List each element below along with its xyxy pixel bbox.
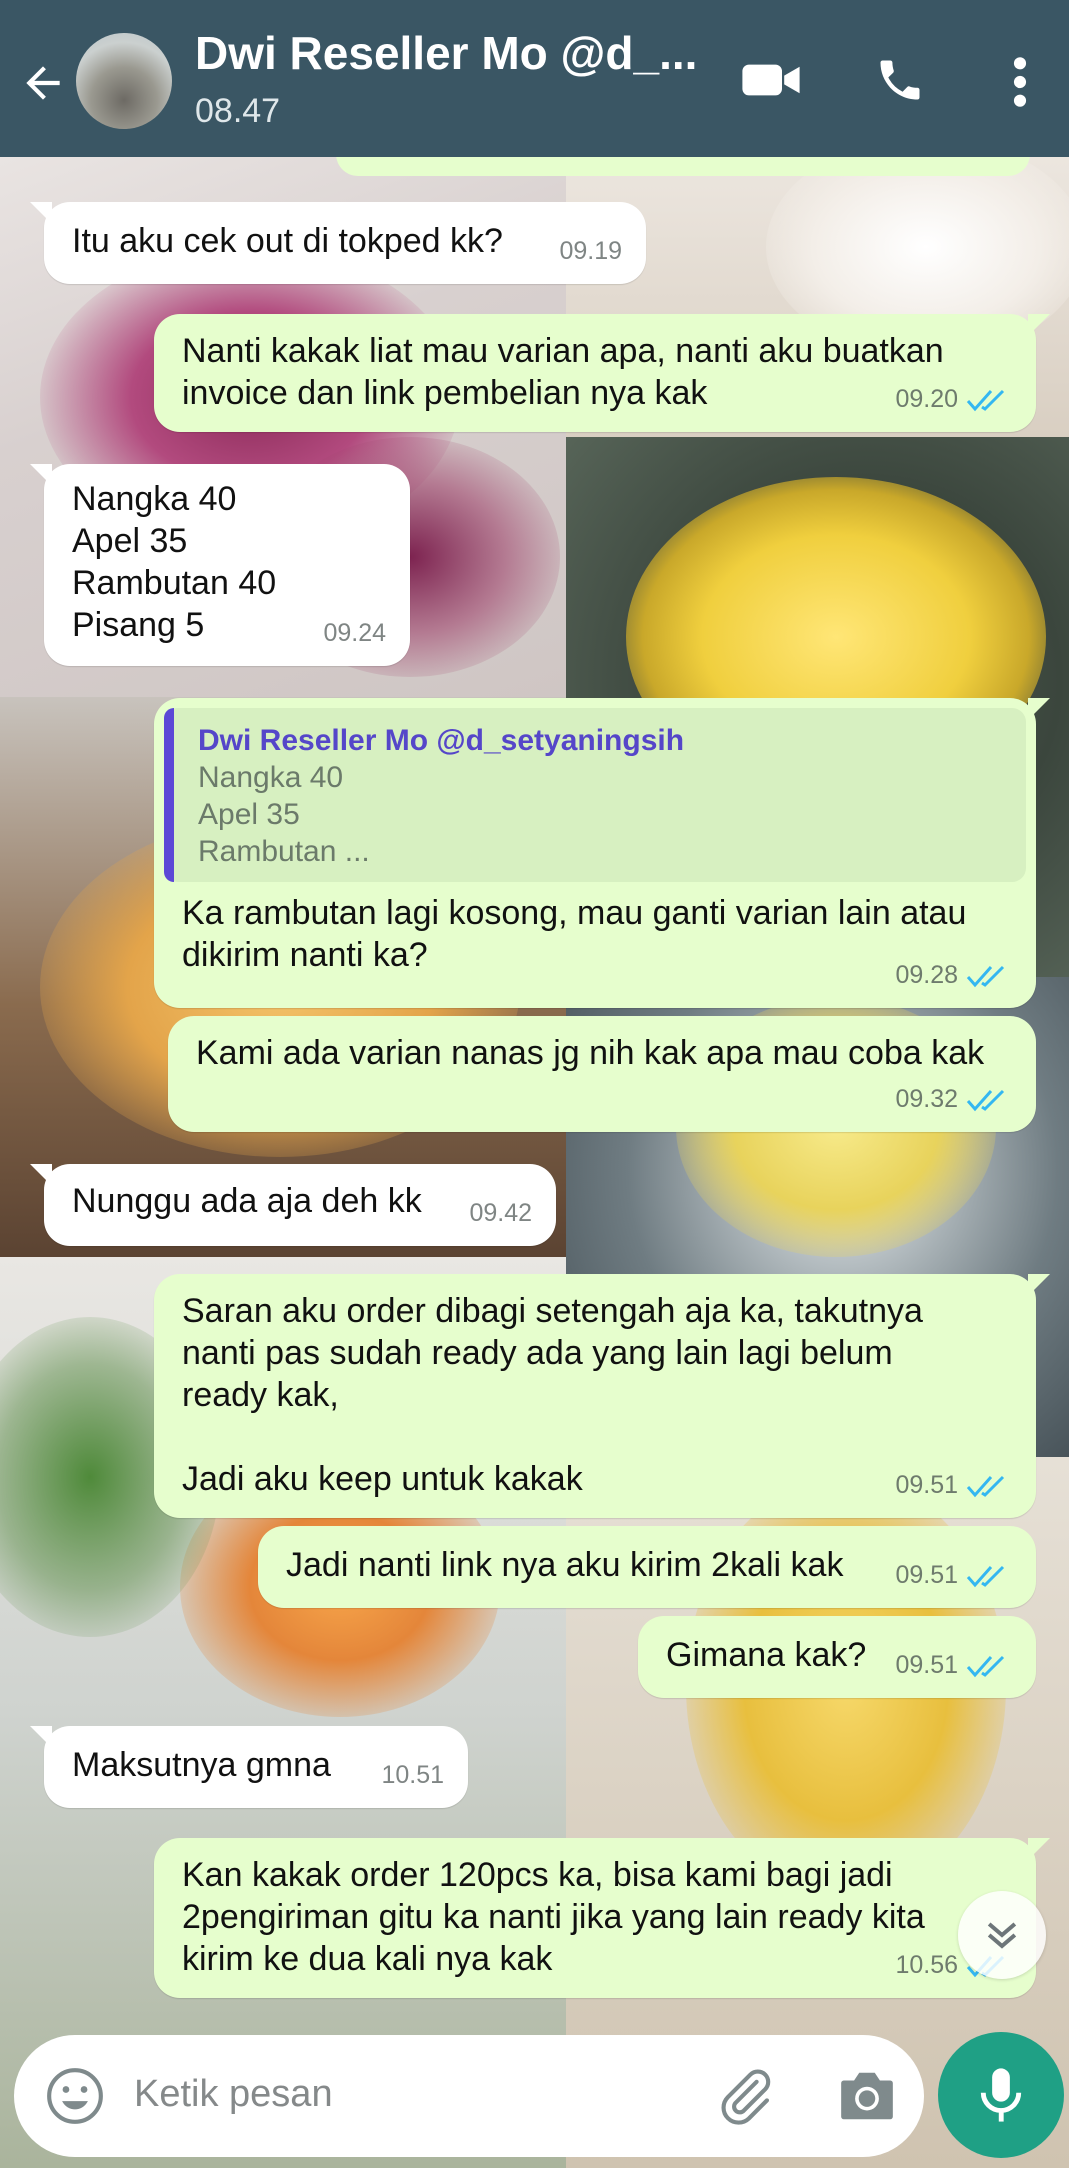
message-time: 09.32 — [895, 1085, 958, 1113]
message-text: Itu aku cek out di tokped kk? — [72, 222, 503, 260]
scroll-down-icon — [987, 1922, 1017, 1949]
message-time: 09.42 — [469, 1199, 532, 1227]
message-input-bar: Ketik pesan — [14, 2035, 924, 2157]
mic-button[interactable] — [938, 2032, 1064, 2158]
message-meta: 09.51 — [895, 1464, 1012, 1506]
message-time: 09.19 — [559, 237, 622, 265]
double-check-icon — [966, 1566, 1005, 1588]
message-outgoing[interactable]: Kan kakak order 120pcs ka, bisa kami bag… — [154, 1838, 1050, 1998]
last-seen-time: 08.47 — [195, 92, 281, 130]
message-meta: 09.20 — [895, 378, 1012, 420]
avatar[interactable] — [76, 33, 172, 129]
message-meta: 09.28 — [895, 954, 1012, 996]
message-outgoing[interactable]: Kami ada varian nanas jg nih kak apa mau… — [168, 1016, 1036, 1132]
quoted-message[interactable]: Dwi Reseller Mo @d_setyaningsih Nangka 4… — [164, 708, 1026, 882]
double-check-icon — [966, 966, 1005, 988]
message-time: 09.28 — [895, 961, 958, 989]
chat-header: Dwi Reseller Mo @d_... 08.47 — [0, 0, 1069, 157]
double-check-icon — [966, 1476, 1005, 1498]
message-text: Saran aku order dibagi setengah aja ka, … — [182, 1292, 923, 1498]
quoted-text: Nangka 40 Apel 35 Rambutan ... — [198, 761, 370, 868]
message-outgoing[interactable]: Jadi nanti link nya aku kirim 2kali kak … — [258, 1526, 1036, 1608]
message-meta: 09.51 — [895, 1644, 1012, 1686]
message-outgoing-reply[interactable]: Dwi Reseller Mo @d_setyaningsih Nangka 4… — [154, 698, 1050, 1008]
message-time: 09.51 — [895, 1561, 958, 1589]
more-vert-icon[interactable] — [1000, 54, 1040, 110]
quoted-sender: Dwi Reseller Mo @d_setyaningsih — [198, 724, 685, 757]
contact-name[interactable]: Dwi Reseller Mo @d_... — [195, 26, 715, 80]
phone-icon[interactable] — [874, 54, 926, 106]
video-call-icon[interactable] — [740, 58, 802, 102]
double-check-icon — [966, 1090, 1005, 1112]
scroll-down-button[interactable] — [958, 1891, 1046, 1979]
attach-icon[interactable] — [714, 2065, 776, 2127]
message-time: 09.51 — [895, 1651, 958, 1679]
message-time: 09.20 — [895, 385, 958, 413]
emoji-icon[interactable] — [44, 2065, 106, 2127]
mic-icon — [980, 2068, 1022, 2122]
message-incoming[interactable]: Nunggu ada aja deh kk 09.42 — [30, 1164, 556, 1246]
message-time: 10.56 — [895, 1951, 958, 1979]
camera-icon[interactable] — [836, 2067, 898, 2125]
back-arrow-icon[interactable] — [18, 58, 68, 108]
message-text: Nunggu ada aja deh kk — [72, 1182, 422, 1220]
message-time: 09.24 — [323, 619, 386, 647]
message-meta: 09.51 — [895, 1554, 1012, 1596]
message-input[interactable]: Ketik pesan — [134, 2073, 333, 2116]
double-check-icon — [966, 1656, 1005, 1678]
message-incoming[interactable]: Itu aku cek out di tokped kk? 09.19 — [30, 202, 646, 284]
message-outgoing[interactable]: Gimana kak? 09.51 — [638, 1616, 1036, 1698]
message-time: 10.51 — [381, 1761, 444, 1789]
message-time: 09.51 — [895, 1471, 958, 1499]
message-meta: 09.32 — [895, 1078, 1012, 1120]
message-text: Nanti kakak liat mau varian apa, nanti a… — [182, 332, 944, 412]
message-outgoing[interactable]: Saran aku order dibagi setengah aja ka, … — [154, 1274, 1050, 1518]
double-check-icon — [966, 390, 1005, 412]
message-incoming[interactable]: Nangka 40 Apel 35 Rambutan 40 Pisang 5 0… — [30, 464, 410, 666]
message-text: Kami ada varian nanas jg nih kak apa mau… — [196, 1034, 985, 1072]
message-outgoing[interactable]: Nanti kakak liat mau varian apa, nanti a… — [154, 314, 1050, 432]
message-incoming[interactable]: Maksutnya gmna 10.51 — [30, 1726, 468, 1808]
message-text: Kan kakak order 120pcs ka, bisa kami bag… — [182, 1856, 925, 1978]
